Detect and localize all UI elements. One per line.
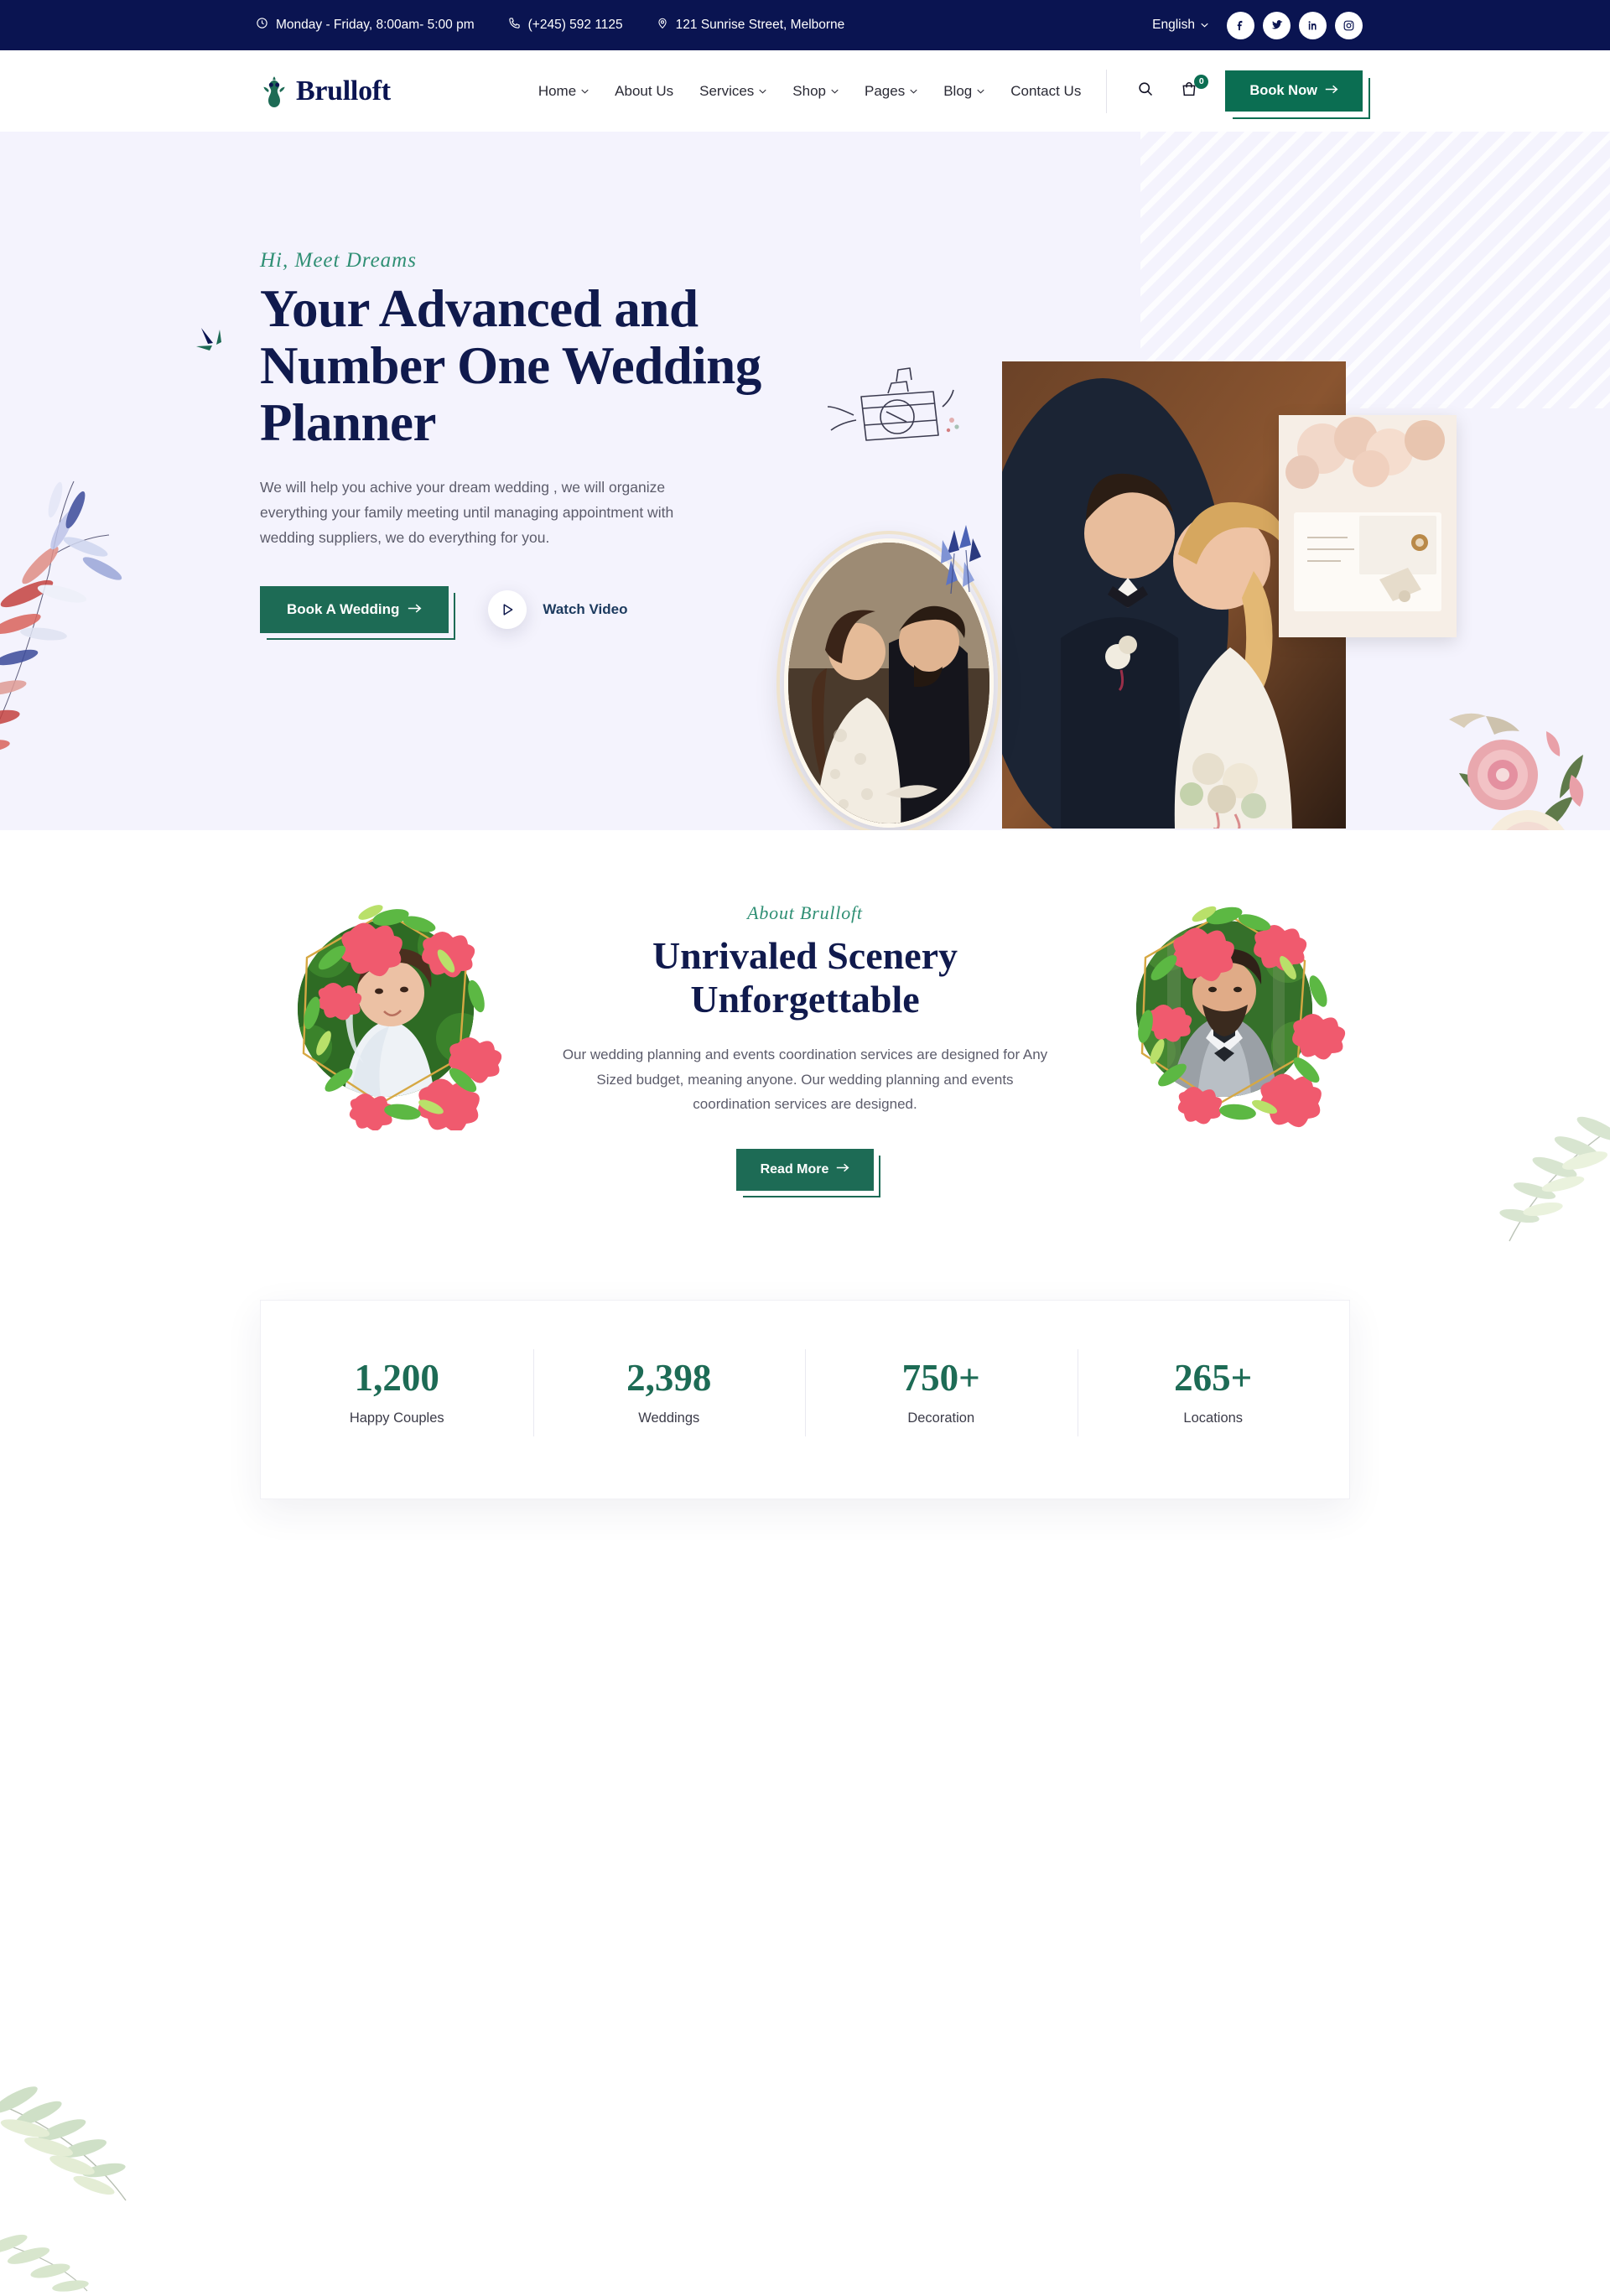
nav-item-pages[interactable]: Pages bbox=[865, 83, 917, 100]
about-text-block: About Brulloft Unrivaled Scenery Unforge… bbox=[562, 887, 1048, 1192]
nav-label-shop: Shop bbox=[792, 82, 826, 99]
watercolor-leaves-decoration bbox=[0, 480, 122, 753]
cart-count-badge: 0 bbox=[1194, 74, 1209, 89]
nav-item-blog[interactable]: Blog bbox=[943, 83, 984, 100]
about-photo-groom bbox=[1090, 887, 1358, 1130]
stat-label: Happy Couples bbox=[349, 1410, 444, 1426]
social-links bbox=[1227, 11, 1363, 39]
header-divider bbox=[1106, 69, 1108, 113]
language-label: English bbox=[1152, 18, 1195, 32]
phone-number[interactable]: (+245) 592 1125 bbox=[508, 17, 623, 34]
brand-logo[interactable]: Brulloft bbox=[260, 74, 391, 109]
stat-value: 1,200 bbox=[354, 1357, 439, 1399]
hero-section: Hi, Meet Dreams Your Advanced and Number… bbox=[0, 132, 1610, 830]
linkedin-icon[interactable] bbox=[1299, 11, 1327, 39]
hero-actions: Book A Wedding Watch Video bbox=[260, 586, 847, 634]
stat-decoration: 750+ Decoration bbox=[805, 1349, 1078, 1436]
twitter-icon[interactable] bbox=[1263, 11, 1291, 39]
stat-weddings: 2,398 Weddings bbox=[532, 1349, 806, 1436]
nav-label-home: Home bbox=[538, 82, 577, 99]
stat-value: 750+ bbox=[901, 1357, 980, 1399]
hero-content: Hi, Meet Dreams Your Advanced and Number… bbox=[260, 249, 847, 634]
nav-item-shop[interactable]: Shop bbox=[792, 83, 839, 100]
nav-item-services[interactable]: Services bbox=[699, 83, 766, 100]
office-address-text: 121 Sunrise Street, Melborne bbox=[675, 18, 845, 32]
book-a-wedding-button[interactable]: Book A Wedding bbox=[260, 586, 449, 634]
business-hours: Monday - Friday, 8:00am- 5:00 pm bbox=[256, 17, 475, 34]
fern-leaf-decoration-left bbox=[0, 2086, 127, 2292]
facebook-icon[interactable] bbox=[1227, 11, 1254, 39]
stat-label: Weddings bbox=[638, 1410, 700, 1426]
phone-icon bbox=[508, 17, 521, 34]
nav-item-contact-us[interactable]: Contact Us bbox=[1010, 83, 1081, 100]
nav-item-about-us[interactable]: About Us bbox=[615, 83, 673, 100]
stat-label: Decoration bbox=[907, 1410, 975, 1426]
hero-title: Your Advanced and Number One Wedding Pla… bbox=[260, 279, 761, 453]
phone-number-text: (+245) 592 1125 bbox=[527, 18, 623, 32]
stat-locations: 265+ Locations bbox=[1077, 1349, 1350, 1436]
sparkle-decoration-icon bbox=[196, 328, 221, 351]
nav-item-home[interactable]: Home bbox=[538, 83, 589, 100]
camera-sketch-decoration-icon bbox=[827, 367, 959, 441]
main-header: Brulloft Home About Us Services Shop Pag… bbox=[0, 50, 1610, 132]
about-title: Unrivaled Scenery Unforgettable bbox=[652, 934, 958, 1021]
search-button[interactable] bbox=[1131, 77, 1160, 106]
rose-bouquet-decoration bbox=[1449, 713, 1584, 830]
chevron-down-icon bbox=[831, 89, 839, 94]
instagram-icon[interactable] bbox=[1335, 11, 1363, 39]
about-photo-bride bbox=[252, 887, 520, 1133]
statistics-section: 1,200 Happy Couples 2,398 Weddings 750+ … bbox=[0, 1300, 1610, 1499]
stat-label: Locations bbox=[1183, 1410, 1244, 1426]
stat-happy-couples: 1,200 Happy Couples bbox=[261, 1359, 533, 1426]
arrow-right-icon bbox=[1325, 83, 1338, 99]
primary-navigation: Home About Us Services Shop Pages Blog C… bbox=[538, 83, 1082, 100]
nav-label-contact-us: Contact Us bbox=[1010, 82, 1082, 99]
watch-video-label: Watch Video bbox=[543, 601, 628, 618]
chevron-down-icon bbox=[581, 89, 589, 94]
read-more-label: Read More bbox=[760, 1162, 829, 1177]
about-content-row: About Brulloft Unrivaled Scenery Unforge… bbox=[252, 887, 1358, 1192]
cart-button[interactable]: 0 bbox=[1175, 74, 1209, 106]
topbar-contact-group: Monday - Friday, 8:00am- 5:00 pm (+245) … bbox=[256, 17, 844, 34]
chevron-down-icon bbox=[759, 89, 766, 94]
hero-inset-photo bbox=[1279, 415, 1457, 637]
nav-label-services: Services bbox=[699, 82, 755, 99]
arrow-right-icon bbox=[408, 601, 422, 618]
location-pin-icon bbox=[657, 17, 668, 34]
topbar-utility-group: English bbox=[1152, 11, 1363, 39]
clock-icon bbox=[256, 17, 268, 34]
book-now-label: Book Now bbox=[1249, 83, 1317, 98]
language-selector[interactable]: English bbox=[1152, 18, 1208, 33]
statistics-card: 1,200 Happy Couples 2,398 Weddings 750+ … bbox=[260, 1300, 1350, 1499]
header-tools: 0 Book Now bbox=[1106, 69, 1363, 113]
about-eyebrow: About Brulloft bbox=[747, 902, 863, 923]
peacock-logo-icon bbox=[260, 74, 288, 109]
arrow-right-icon bbox=[836, 1162, 849, 1177]
read-more-button[interactable]: Read More bbox=[735, 1149, 875, 1192]
nav-label-blog: Blog bbox=[943, 82, 973, 99]
stat-value: 265+ bbox=[1174, 1357, 1253, 1399]
book-now-button[interactable]: Book Now bbox=[1225, 70, 1363, 112]
fern-leaf-decoration-right bbox=[1499, 1116, 1610, 1242]
hero-description: We will help you achive your dream weddi… bbox=[260, 479, 674, 547]
play-icon bbox=[488, 590, 527, 630]
brand-name: Brulloft bbox=[296, 75, 391, 106]
office-address: 121 Sunrise Street, Melborne bbox=[657, 17, 845, 34]
business-hours-text: Monday - Friday, 8:00am- 5:00 pm bbox=[276, 18, 475, 32]
blue-flower-accent-decoration bbox=[941, 525, 981, 595]
chevron-down-icon bbox=[977, 89, 984, 94]
nav-label-pages: Pages bbox=[865, 82, 906, 99]
nav-label-about-us: About Us bbox=[615, 82, 674, 99]
stat-value: 2,398 bbox=[626, 1357, 712, 1399]
chevron-down-icon bbox=[910, 89, 917, 94]
about-description: Our wedding planning and events coordina… bbox=[562, 1046, 1048, 1113]
hero-eyebrow: Hi, Meet Dreams bbox=[260, 249, 417, 272]
search-icon bbox=[1137, 81, 1154, 101]
chevron-down-icon bbox=[1201, 23, 1208, 28]
top-info-bar: Monday - Friday, 8:00am- 5:00 pm (+245) … bbox=[0, 0, 1610, 50]
watch-video-button[interactable]: Watch Video bbox=[488, 590, 628, 630]
about-section: About Brulloft Unrivaled Scenery Unforge… bbox=[0, 830, 1610, 2292]
book-a-wedding-label: Book A Wedding bbox=[287, 601, 400, 618]
